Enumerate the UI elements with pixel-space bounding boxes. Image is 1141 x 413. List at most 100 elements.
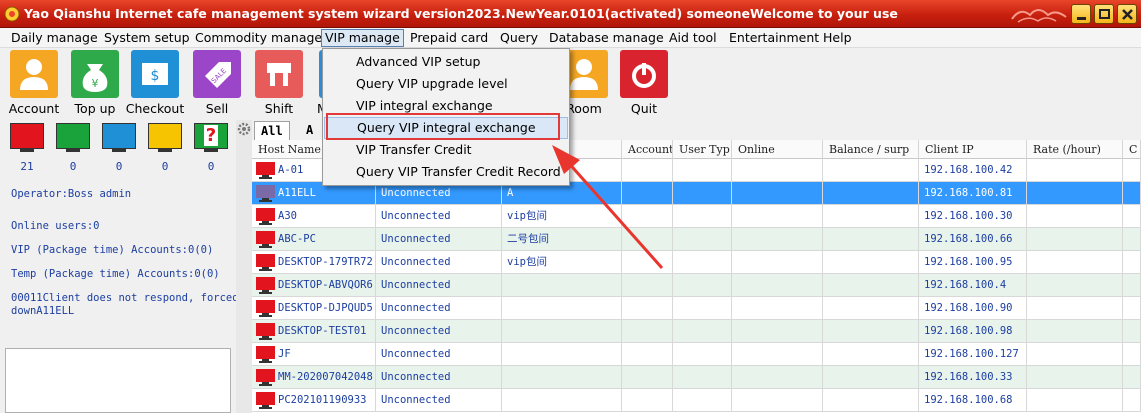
computer-icon: [256, 162, 275, 179]
count-green: 0: [69, 160, 77, 173]
col-online[interactable]: Online: [732, 140, 823, 159]
menu-prepaid-card[interactable]: Prepaid card: [407, 29, 491, 47]
menu-item-advanced-vip-setup[interactable]: Advanced VIP setup: [324, 51, 568, 73]
col-user-type[interactable]: User Typ: [673, 140, 732, 159]
empty-cell: [622, 389, 673, 411]
ip-cell: 192.168.100.81: [919, 182, 1027, 204]
menu-daily-manage[interactable]: Daily manage: [8, 29, 101, 47]
menu-item-query-vip-transfer-credit-record[interactable]: Query VIP Transfer Credit Record: [324, 161, 568, 183]
area-cell: [502, 274, 622, 296]
menu-vip-manage[interactable]: VIP manage: [321, 29, 404, 47]
close-button[interactable]: [1117, 4, 1137, 24]
host-name-cell: DESKTOP-DJPQUD5: [252, 297, 376, 319]
col-account[interactable]: Account: [622, 140, 673, 159]
empty-cell: [673, 205, 732, 227]
maximize-button[interactable]: [1094, 4, 1114, 24]
power-icon: [620, 50, 668, 98]
computer-icon: [256, 300, 275, 317]
host-name-text: PC202101190933: [278, 394, 367, 406]
empty-cell: [1123, 343, 1141, 365]
menu-database-manage[interactable]: Database manage: [546, 29, 667, 47]
online-users-text: Online users:0: [11, 220, 100, 232]
temp-accounts-text: Temp (Package time) Accounts:0(0): [11, 268, 220, 280]
table-row[interactable]: DESKTOP-DJPQUD5 Unconnected 192.168.100.90: [252, 297, 1141, 320]
col-rate[interactable]: Rate (/hour): [1027, 140, 1123, 159]
ip-cell: 192.168.100.30: [919, 205, 1027, 227]
empty-cell: [673, 366, 732, 388]
ip-cell: 192.168.100.95: [919, 251, 1027, 273]
monitor-green-icon[interactable]: [56, 123, 90, 149]
sell-label: Sell: [205, 101, 229, 116]
empty-cell: [732, 251, 823, 273]
empty-cell: [823, 389, 919, 411]
table-row[interactable]: MM-202007042048 Unconnected 192.168.100.33: [252, 366, 1141, 389]
top-up-button[interactable]: ¥ Top up: [65, 50, 125, 116]
table-row[interactable]: JF Unconnected 192.168.100.127: [252, 343, 1141, 366]
table-row[interactable]: DESKTOP-179TR72 Unconnected vip包间 192.168.1…: [252, 251, 1141, 274]
monitor-question-icon[interactable]: ?: [194, 123, 228, 149]
host-name-cell: ABC-PC: [252, 228, 376, 250]
empty-cell: [823, 159, 919, 181]
col-balance[interactable]: Balance / surp: [823, 140, 919, 159]
minimize-button[interactable]: [1071, 4, 1091, 24]
menu-help[interactable]: Help: [820, 29, 855, 47]
tab-a[interactable]: A: [300, 121, 319, 140]
host-name-cell: DESKTOP-TEST01: [252, 320, 376, 342]
empty-cell: [673, 251, 732, 273]
empty-cell: [673, 343, 732, 365]
menu-commodity-manage[interactable]: Commodity manage: [192, 29, 325, 47]
sell-button[interactable]: SALE Sell: [187, 50, 247, 116]
left-panel: 21 0 0 0 ? 0 Operator:Boss admin Online …: [0, 120, 239, 413]
table-row[interactable]: A30 Unconnected vip包间 192.168.100.30: [252, 205, 1141, 228]
menu-system-setup[interactable]: System setup: [101, 29, 193, 47]
empty-cell: [1027, 274, 1123, 296]
monitor-red-icon[interactable]: [10, 123, 44, 149]
empty-cell: [1123, 297, 1141, 319]
menu-item-vip-transfer-credit[interactable]: VIP Transfer Credit: [324, 139, 568, 161]
empty-cell: [732, 389, 823, 411]
host-name-text: JF: [278, 348, 291, 360]
checkout-label: Checkout: [125, 101, 185, 116]
table-row[interactable]: ABC-PC Unconnected 二号包间 192.168.100.66: [252, 228, 1141, 251]
table-row[interactable]: DESKTOP-TEST01 Unconnected 192.168.100.98: [252, 320, 1141, 343]
computer-icon: [256, 323, 275, 340]
monitor-yellow-icon[interactable]: [148, 123, 182, 149]
title-bar: Yao Qianshu Internet cafe management sys…: [0, 0, 1141, 28]
monitor-stand-icon: [204, 149, 218, 152]
table-row[interactable]: DESKTOP-ABVQOR6 Unconnected 192.168.100.4: [252, 274, 1141, 297]
gear-icon[interactable]: [236, 121, 252, 137]
col-client-ip[interactable]: Client IP: [919, 140, 1027, 159]
menu-query[interactable]: Query: [497, 29, 541, 47]
quit-button[interactable]: Quit: [614, 50, 674, 116]
ip-cell: 192.168.100.68: [919, 389, 1027, 411]
menu-aid-tool[interactable]: Aid tool: [666, 29, 720, 47]
col-c[interactable]: C: [1123, 140, 1141, 159]
empty-cell: [622, 228, 673, 250]
operator-text: Operator:Boss admin: [11, 188, 132, 200]
monitor-stand-icon: [66, 149, 80, 152]
cloud-decoration-icon: [1011, 9, 1067, 23]
panel-splitter[interactable]: [236, 120, 252, 413]
vip-accounts-text: VIP (Package time) Accounts:0(0): [11, 244, 214, 256]
empty-cell: [732, 182, 823, 204]
table-row[interactable]: PC202101190933 Unconnected 192.168.100.68: [252, 389, 1141, 412]
shift-label: Shift: [264, 101, 294, 116]
account-label: Account: [8, 101, 60, 116]
computer-icon: [256, 231, 275, 248]
host-name-text: DESKTOP-TEST01: [278, 325, 367, 337]
empty-cell: [1123, 274, 1141, 296]
log-textbox[interactable]: [5, 348, 231, 413]
checkout-button[interactable]: $ Checkout: [125, 50, 185, 116]
shift-button[interactable]: Shift: [249, 50, 309, 116]
money-bag-icon: ¥: [71, 50, 119, 98]
tab-all[interactable]: All: [254, 121, 290, 140]
computer-icon: [256, 277, 275, 294]
menu-item-query-vip-upgrade-level[interactable]: Query VIP upgrade level: [324, 73, 568, 95]
count-unknown: 0: [207, 160, 215, 173]
account-button[interactable]: Account: [4, 50, 64, 116]
menu-entertainment[interactable]: Entertainment: [726, 29, 822, 47]
empty-cell: [823, 228, 919, 250]
monitor-blue-icon[interactable]: [102, 123, 136, 149]
host-name-text: DESKTOP-ABVQOR6: [278, 279, 373, 291]
count-red: 21: [20, 160, 34, 173]
